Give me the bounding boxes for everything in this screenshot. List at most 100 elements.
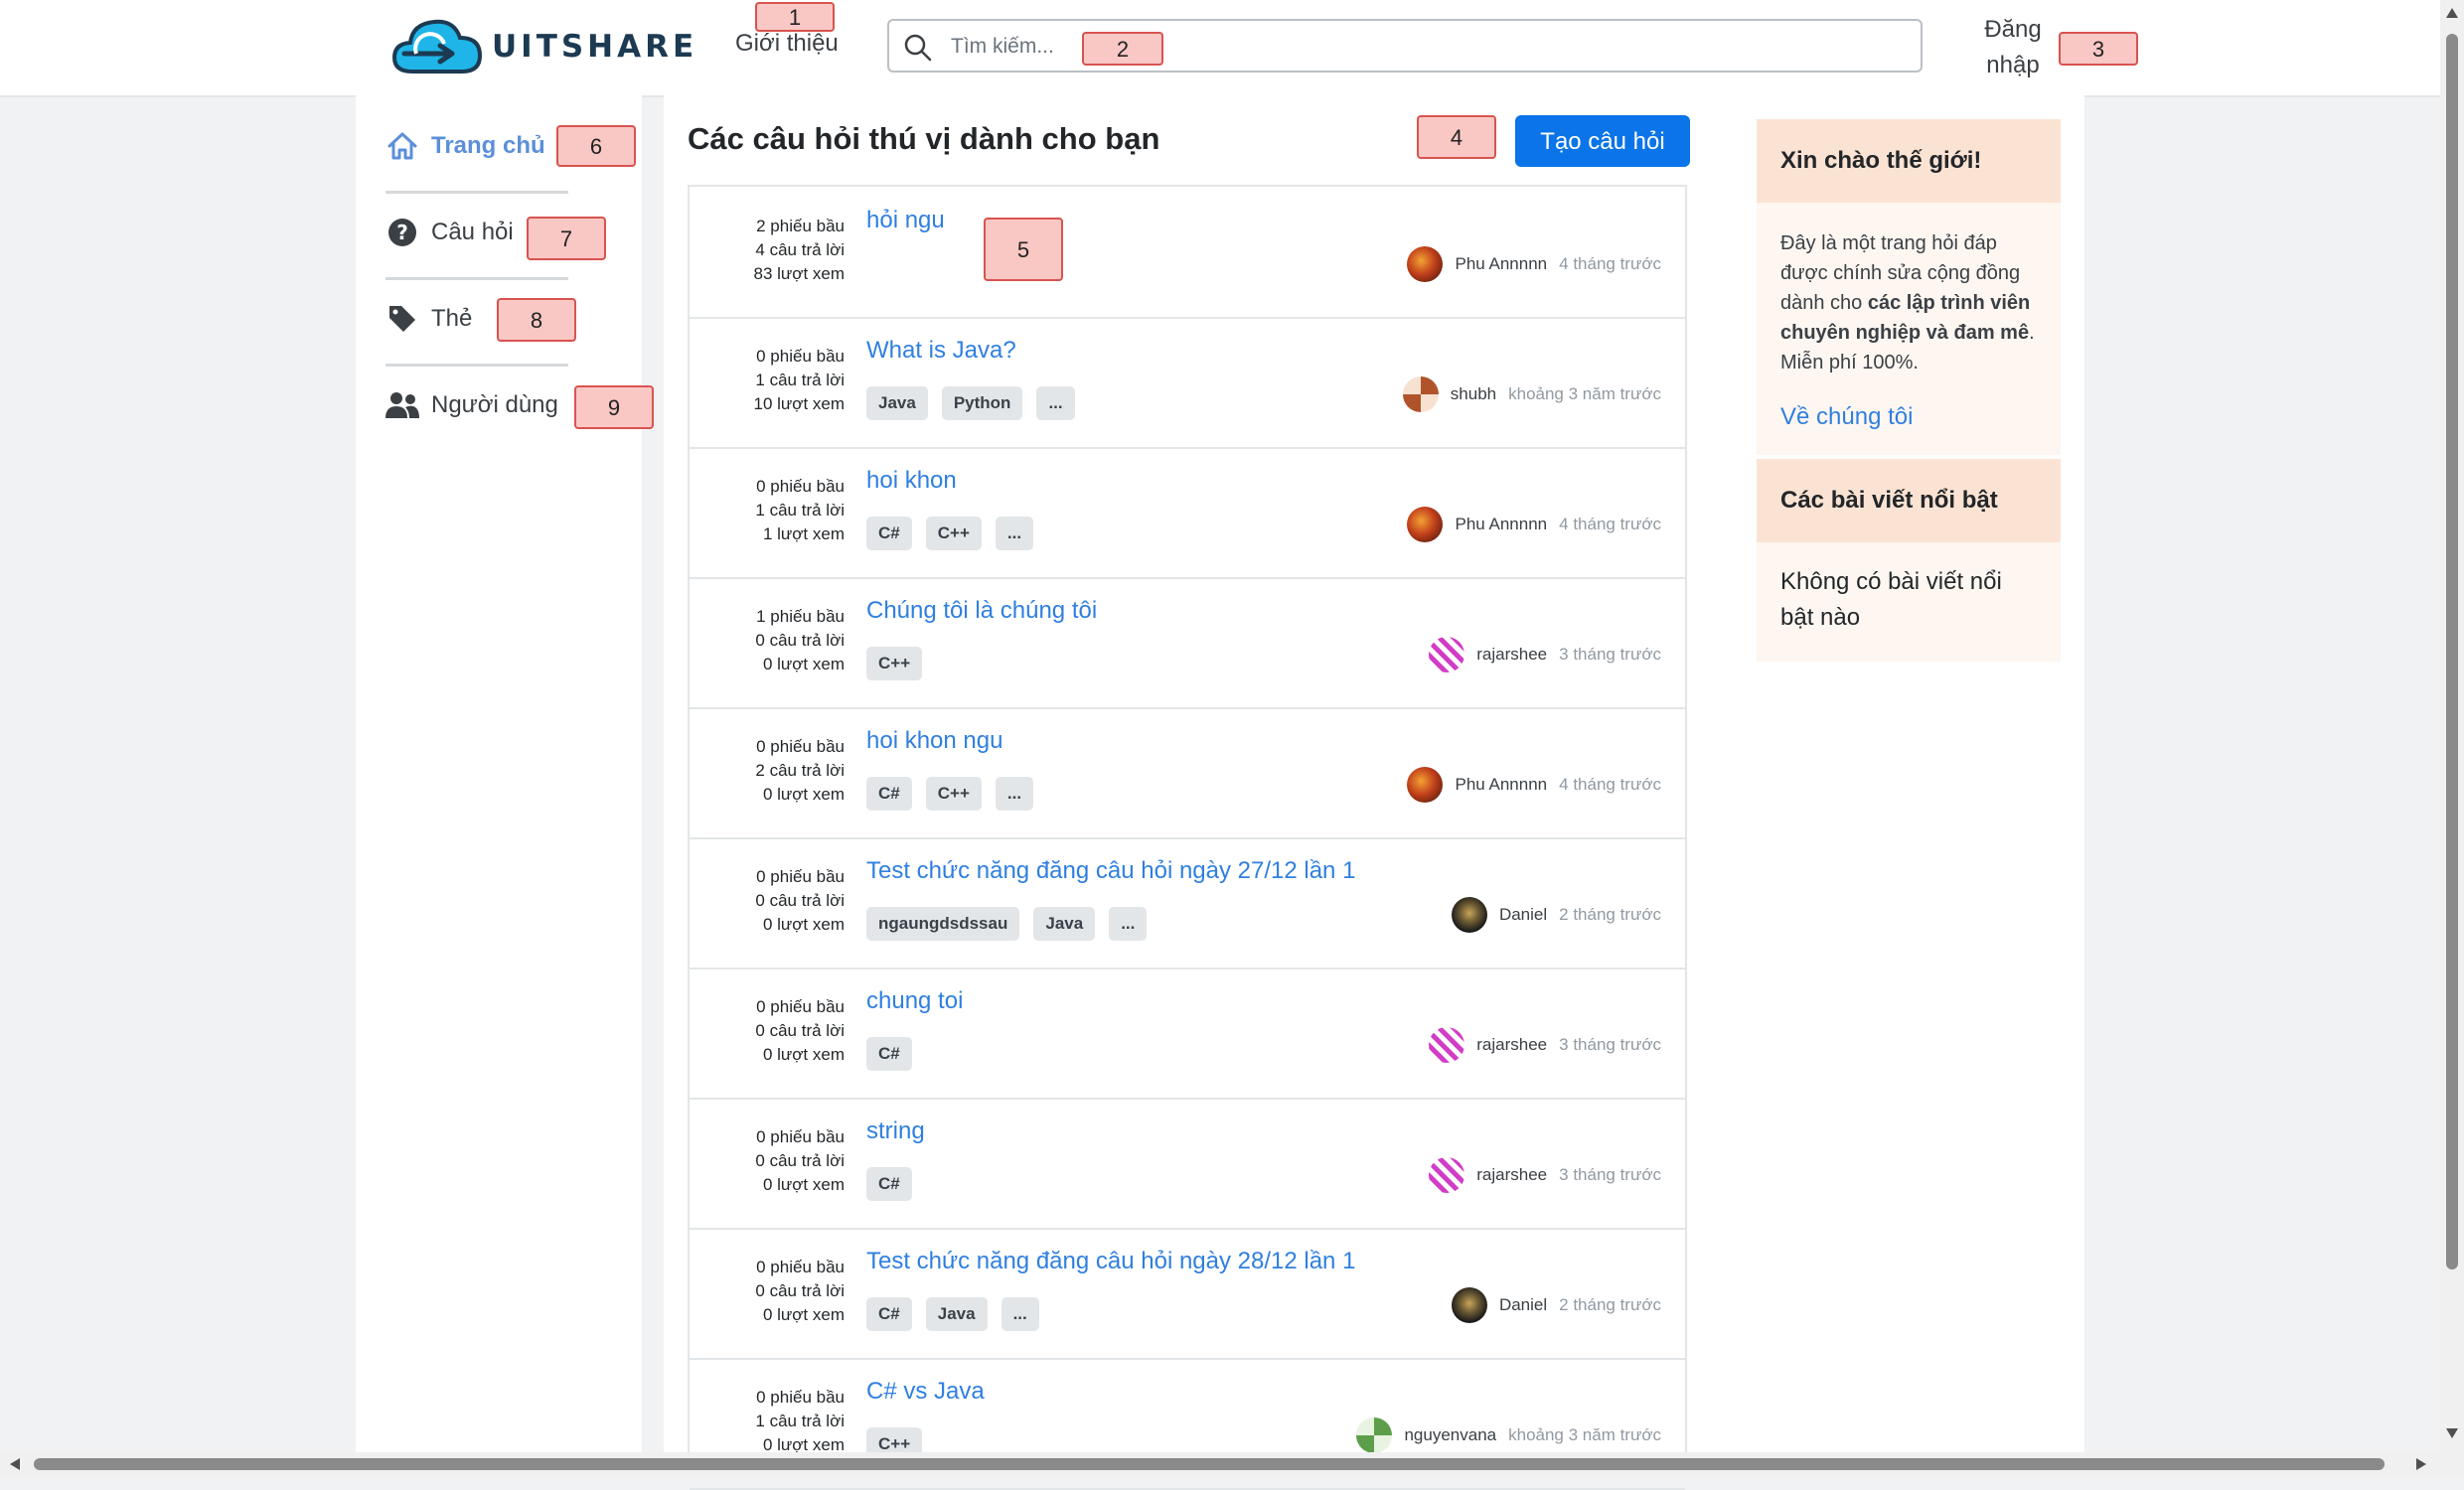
tag-chip[interactable]: Java	[866, 386, 928, 420]
question-circle-icon: ?	[385, 216, 419, 249]
author-name[interactable]: rajarshee	[1476, 1035, 1547, 1055]
question-votes: 0 phiếu bầu	[756, 1388, 845, 1407]
author-name[interactable]: nguyenvana	[1404, 1425, 1496, 1445]
tag-chip[interactable]: C#	[866, 777, 912, 811]
scroll-down-arrow-icon[interactable]	[2444, 1426, 2460, 1440]
question-title-link[interactable]: C# vs Java	[866, 1378, 985, 1406]
question-title-link[interactable]: Test chức năng đăng câu hỏi ngày 27/12 l…	[866, 857, 1355, 885]
question-author: shubh khoảng 3 năm trước	[1402, 376, 1661, 412]
avatar[interactable]	[1407, 246, 1444, 282]
author-name[interactable]: shubh	[1451, 384, 1496, 404]
sidebar-item-tags[interactable]: Thẻ	[385, 302, 472, 336]
question-answers: 0 câu trả lời	[755, 1281, 845, 1300]
post-time: 3 tháng trước	[1559, 645, 1661, 664]
tag-chip[interactable]: Java	[1033, 907, 1096, 941]
question-tags: C#	[866, 1167, 926, 1201]
tag-chip[interactable]: C#	[866, 1037, 912, 1071]
question-votes: 0 phiếu bầu	[756, 1258, 845, 1276]
scroll-left-arrow-icon[interactable]	[8, 1456, 22, 1472]
vertical-scrollbar[interactable]	[2440, 0, 2464, 1476]
question-title-link[interactable]: string	[866, 1118, 925, 1145]
sidebar-item-home[interactable]: Trang chủ	[385, 129, 545, 163]
tag-chip[interactable]: C++	[925, 517, 982, 550]
tag-chip[interactable]: C#	[866, 517, 912, 550]
post-time: khoảng 3 năm trước	[1508, 1425, 1661, 1444]
search-icon	[904, 34, 932, 62]
author-name[interactable]: Phu Annnnn	[1455, 775, 1547, 795]
question-tags: C# Java...	[866, 1297, 1053, 1331]
tag-chip[interactable]: Python	[941, 386, 1023, 420]
question-title-link[interactable]: hoi khon ngu	[866, 727, 1002, 755]
horizontal-scrollbar[interactable]	[0, 1452, 2440, 1476]
scroll-up-arrow-icon[interactable]	[2444, 6, 2460, 20]
author-name[interactable]: rajarshee	[1476, 645, 1547, 665]
question-row: 0 phiếu bầu 0 câu trả lời 0 lượt xem string…	[690, 1098, 1685, 1230]
question-views: 0 lượt xem	[762, 1175, 845, 1194]
question-title-link[interactable]: Chúng tôi là chúng tôi	[866, 597, 1097, 625]
tag-chip[interactable]: C#	[866, 1297, 912, 1331]
question-views: 10 lượt xem	[753, 394, 846, 413]
question-row: 0 phiếu bầu 1 câu trả lời 1 lượt xem hoi kh…	[690, 447, 1685, 579]
question-views: 83 lượt xem	[753, 264, 846, 283]
author-name[interactable]: Daniel	[1499, 1295, 1547, 1315]
sidebar-item-questions[interactable]: ? Câu hỏi	[385, 216, 514, 249]
author-name[interactable]: Phu Annnnn	[1455, 515, 1547, 534]
post-time: 3 tháng trước	[1559, 1165, 1661, 1184]
author-name[interactable]: rajarshee	[1476, 1165, 1547, 1185]
more-tags-button[interactable]: ...	[1109, 907, 1148, 941]
avatar[interactable]	[1429, 1157, 1465, 1193]
avatar[interactable]	[1407, 767, 1444, 803]
more-tags-button[interactable]: ...	[995, 517, 1034, 550]
search-box[interactable]	[887, 19, 1923, 73]
question-answers: 4 câu trả lời	[755, 240, 845, 259]
featured-widget-body: Không có bài viết nổi bật nào	[1757, 542, 2061, 662]
question-title-link[interactable]: hỏi ngu	[866, 207, 945, 234]
question-votes: 0 phiếu bầu	[756, 347, 845, 366]
about-us-link[interactable]: Về chúng tôi	[1780, 403, 2041, 431]
horizontal-scroll-thumb[interactable]	[34, 1458, 2385, 1470]
tag-chip[interactable]: C++	[925, 777, 982, 811]
more-tags-button[interactable]: ...	[1001, 1297, 1039, 1331]
avatar[interactable]	[1429, 637, 1465, 672]
tag-chip[interactable]: Java	[925, 1297, 988, 1331]
sidebar-divider	[385, 191, 568, 194]
question-stats: 1 phiếu bầu 0 câu trả lời 0 lượt xem	[690, 605, 845, 676]
avatar[interactable]	[1429, 1027, 1465, 1063]
tag-chip[interactable]: C++	[866, 647, 923, 680]
question-title-link[interactable]: hoi khon	[866, 467, 957, 495]
question-title-link[interactable]: What is Java?	[866, 337, 1016, 365]
avatar[interactable]	[1402, 376, 1439, 412]
question-views: 0 lượt xem	[762, 915, 845, 934]
author-name[interactable]: Daniel	[1499, 905, 1547, 925]
avatar[interactable]	[1451, 897, 1487, 933]
vertical-scroll-thumb[interactable]	[2446, 34, 2458, 1269]
annotation-badge: 4	[1417, 115, 1496, 159]
avatar[interactable]	[1356, 1417, 1393, 1453]
question-row: 1 phiếu bầu 0 câu trả lời 0 lượt xem Chúng …	[690, 577, 1685, 709]
scroll-right-arrow-icon[interactable]	[2414, 1456, 2428, 1472]
login-link[interactable]: Đăng nhập	[1977, 12, 2049, 83]
tag-icon	[385, 302, 419, 336]
more-tags-button[interactable]: ...	[1036, 386, 1075, 420]
avatar[interactable]	[1451, 1287, 1487, 1323]
sidebar-item-users[interactable]: Người dùng	[385, 388, 558, 422]
question-votes: 0 phiếu bầu	[756, 477, 845, 496]
sidebar-divider	[385, 277, 568, 280]
nav-about-link[interactable]: Giới thiệu	[735, 30, 839, 58]
annotation-badge: 2	[1082, 32, 1163, 66]
author-name[interactable]: Phu Annnnn	[1455, 254, 1547, 274]
question-title-link[interactable]: chung toi	[866, 987, 963, 1015]
site-logo[interactable]: UITSHARE	[390, 14, 697, 79]
ask-question-button[interactable]: Tạo câu hỏi	[1515, 115, 1690, 167]
question-title-link[interactable]: Test chức năng đăng câu hỏi ngày 28/12 l…	[866, 1248, 1355, 1275]
welcome-widget-body: Đây là một trang hỏi đáp được chính sửa …	[1757, 203, 2061, 455]
sidebar-item-label: Câu hỏi	[431, 219, 514, 245]
avatar[interactable]	[1407, 507, 1444, 542]
tag-chip[interactable]: ngaungdsdssau	[866, 907, 1020, 941]
welcome-widget-header: Xin chào thế giới!	[1757, 119, 2061, 203]
question-stats: 0 phiếu bầu 0 câu trả lời 0 lượt xem	[690, 865, 845, 937]
question-tags: Java Python...	[866, 386, 1089, 420]
post-time: khoảng 3 năm trước	[1508, 384, 1661, 403]
tag-chip[interactable]: C#	[866, 1167, 912, 1201]
more-tags-button[interactable]: ...	[995, 777, 1034, 811]
